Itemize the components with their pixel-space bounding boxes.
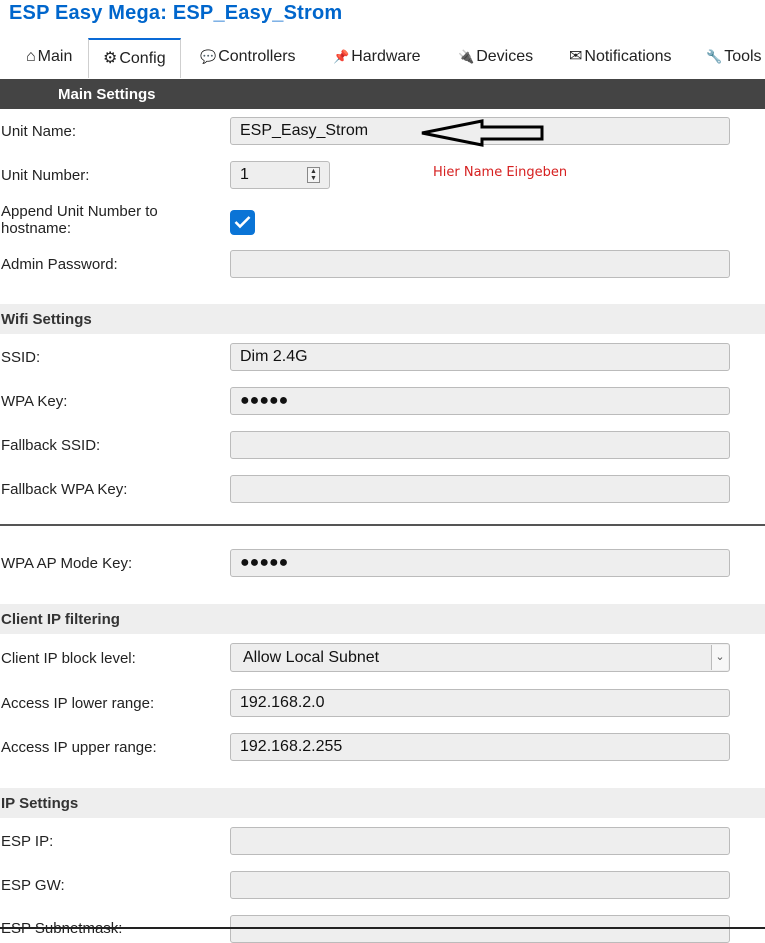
tab-tools[interactable]: 🔧 Tools (700, 38, 765, 76)
ssid-input[interactable]: Dim 2.4G (230, 343, 730, 371)
section-wifi-settings: Wifi Settings (0, 304, 765, 334)
section-client-ip-filtering: Client IP filtering (0, 604, 765, 634)
wpa-ap-mode-key-input[interactable]: ●●●●● (230, 549, 730, 577)
page-title: ESP Easy Mega: ESP_Easy_Strom (9, 2, 343, 24)
admin-password-label: Admin Password: (1, 256, 118, 273)
annotation-note: Hier Name Eingeben (433, 165, 568, 180)
wpa-key-label: WPA Key: (1, 393, 68, 410)
envelope-icon: ✉ (569, 48, 583, 65)
fallback-wpa-key-input[interactable] (230, 475, 730, 503)
fallback-wpa-key-label: Fallback WPA Key: (1, 481, 128, 498)
unit-number-stepper[interactable]: 1 ▲ ▼ (230, 161, 330, 189)
access-ip-upper-input[interactable]: 192.168.2.255 (230, 733, 730, 761)
append-unit-label: Append Unit Number to hostname: (1, 203, 158, 237)
esp-gw-input[interactable] (230, 871, 730, 899)
admin-password-input[interactable] (230, 250, 730, 278)
checkmark-icon (234, 216, 251, 229)
chevron-down-icon: ⌄ (711, 645, 728, 670)
unit-number-label: Unit Number: (1, 167, 90, 184)
esp-ip-label: ESP IP: (1, 833, 54, 850)
gear-icon: ⚙ (103, 50, 118, 67)
tab-bar: ⌂ Main ⚙ Config 💬 Controllers 📌 Hardware 🔌 De… (0, 38, 765, 78)
speech-bubble-icon: 💬 (200, 49, 217, 64)
arrow-annotation-icon (421, 119, 544, 147)
ssid-label: SSID: (1, 349, 41, 366)
unit-name-label: Unit Name: (1, 123, 77, 140)
esp-ip-input[interactable] (230, 827, 730, 855)
home-icon: ⌂ (26, 48, 36, 65)
esp-gw-label: ESP GW: (1, 877, 65, 894)
wpa-ap-mode-key-label: WPA AP Mode Key: (1, 555, 133, 572)
tab-main[interactable]: ⌂ Main (20, 38, 78, 76)
access-ip-upper-label: Access IP upper range: (1, 739, 157, 756)
section-divider (0, 524, 765, 526)
access-ip-lower-label: Access IP lower range: (1, 695, 155, 712)
pushpin-icon: 📌 (333, 49, 350, 64)
tab-config[interactable]: ⚙ Config (88, 38, 181, 78)
client-ip-block-select[interactable]: Allow Local Subnet ⌄ (230, 643, 730, 672)
tab-hardware[interactable]: 📌 Hardware (327, 38, 427, 76)
append-unit-checkbox[interactable] (230, 210, 255, 235)
section-ip-settings: IP Settings (0, 788, 765, 818)
tab-devices[interactable]: 🔌 Devices (452, 38, 539, 76)
access-ip-lower-input[interactable]: 192.168.2.0 (230, 689, 730, 717)
esp-subnet-input[interactable] (230, 915, 730, 943)
wpa-key-input[interactable]: ●●●●● (230, 387, 730, 415)
fallback-ssid-input[interactable] (230, 431, 730, 459)
spinner-arrows-icon[interactable]: ▲ ▼ (307, 167, 320, 183)
plug-icon: 🔌 (458, 49, 475, 64)
section-main-settings: Main Settings (0, 79, 765, 109)
wrench-icon: 🔧 (706, 49, 723, 64)
tab-controllers[interactable]: 💬 Controllers (194, 38, 302, 76)
tab-notifications[interactable]: ✉ Notifications (563, 38, 678, 76)
client-ip-block-label: Client IP block level: (1, 650, 136, 667)
fallback-ssid-label: Fallback SSID: (1, 437, 101, 454)
